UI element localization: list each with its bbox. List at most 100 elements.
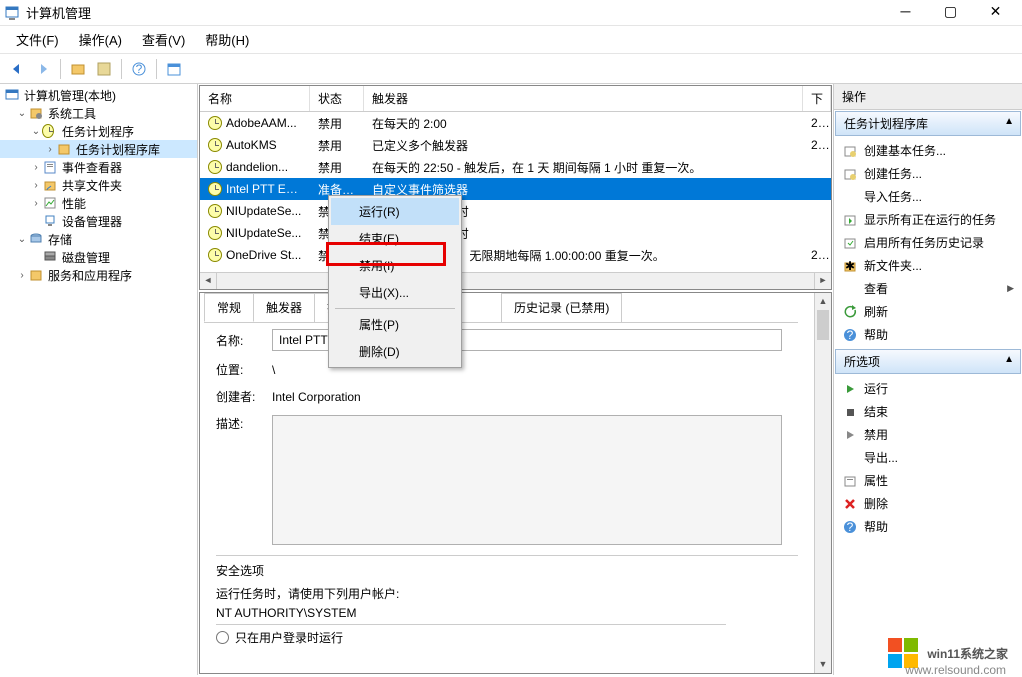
actions-section-selected[interactable]: 所选项▲	[835, 349, 1021, 374]
task-row[interactable]: AdobeAAM...禁用在每天的 2:0020	[200, 112, 831, 134]
context-run[interactable]: 运行(R)	[331, 198, 459, 225]
col-next[interactable]: 下	[803, 86, 831, 111]
expander-icon[interactable]: ›	[30, 162, 42, 173]
action-item[interactable]: 启用所有任务历史记录	[838, 231, 1018, 254]
scroll-left-icon[interactable]: ◄	[200, 273, 217, 289]
separator	[60, 59, 61, 79]
col-trigger[interactable]: 触发器	[364, 86, 803, 111]
action-item[interactable]: 运行	[838, 377, 1018, 400]
tree-shared-folders[interactable]: › 共享文件夹	[0, 176, 197, 194]
tree-task-scheduler-library[interactable]: ›任务计划程序库	[0, 140, 197, 158]
minimize-button[interactable]: ─	[883, 0, 928, 25]
titlebar: 计算机管理 ─ ▢ ✕	[0, 0, 1022, 26]
menu-help[interactable]: 帮助(H)	[195, 26, 259, 53]
expander-icon[interactable]: ⌄	[16, 234, 28, 245]
task-row[interactable]: AutoKMS禁用已定义多个触发器20	[200, 134, 831, 156]
context-disable[interactable]: 禁用(I)	[331, 252, 459, 279]
task-row[interactable]: NIUpdateSe...禁在每天的 14:00 时	[200, 222, 831, 244]
collapse-icon[interactable]: ▲	[1004, 354, 1014, 365]
tool-run[interactable]	[92, 57, 116, 81]
context-export[interactable]: 导出(X)...	[331, 279, 459, 306]
expander-icon[interactable]: ›	[44, 144, 56, 155]
tab-triggers[interactable]: 触发器	[253, 293, 315, 322]
menu-view[interactable]: 查看(V)	[132, 26, 195, 53]
menu-file[interactable]: 文件(F)	[6, 26, 69, 53]
clock-icon	[208, 204, 222, 218]
radio-logon-only[interactable]	[216, 631, 229, 644]
action-item[interactable]: 创建任务...	[838, 162, 1018, 185]
action-item[interactable]: 导出...	[838, 446, 1018, 469]
expander-icon[interactable]: ›	[30, 180, 42, 191]
tool-folder[interactable]	[66, 57, 90, 81]
tree-task-scheduler[interactable]: ⌄任务计划程序	[0, 122, 197, 140]
forward-button[interactable]	[31, 57, 55, 81]
tree-system-tools[interactable]: ⌄ 系统工具	[0, 104, 197, 122]
tab-history[interactable]: 历史记录 (已禁用)	[501, 293, 622, 322]
close-button[interactable]: ✕	[973, 0, 1018, 25]
tree-services-apps[interactable]: ›服务和应用程序	[0, 266, 197, 284]
context-properties[interactable]: 属性(P)	[331, 311, 459, 338]
tree-panel[interactable]: 计算机管理(本地) ⌄系统工具 ⌄任务计划程序 ›任务计划程序库 ›事件查看器 …	[0, 84, 198, 675]
scroll-right-icon[interactable]: ►	[814, 273, 831, 289]
task-row[interactable]: OneDrive St...禁4:00 时 - 触发后，无限期地每隔 1.00:…	[200, 244, 831, 266]
scroll-thumb[interactable]	[817, 310, 829, 340]
action-item[interactable]: 刷新	[838, 300, 1018, 323]
action-item[interactable]: 结束	[838, 400, 1018, 423]
context-delete[interactable]: 删除(D)	[331, 338, 459, 365]
expander-icon[interactable]: ›	[16, 270, 28, 281]
tree-label: 共享文件夹	[62, 177, 122, 194]
context-end[interactable]: 结束(E)	[331, 225, 459, 252]
tree-disk-management[interactable]: 磁盘管理	[0, 248, 197, 266]
actions-section-library[interactable]: 任务计划程序库▲	[835, 111, 1021, 136]
col-name[interactable]: 名称	[200, 86, 310, 111]
action-list-1: 创建基本任务...创建任务...导入任务...显示所有正在运行的任务启用所有任务…	[834, 137, 1022, 348]
tree-performance[interactable]: ›性能	[0, 194, 197, 212]
desc-textarea[interactable]	[272, 415, 782, 545]
action-icon	[842, 450, 858, 466]
main-area: 计算机管理(本地) ⌄系统工具 ⌄任务计划程序 ›任务计划程序库 ›事件查看器 …	[0, 84, 1022, 675]
h-scrollbar[interactable]: ◄ ►	[200, 272, 831, 289]
separator	[121, 59, 122, 79]
desc-label: 描述:	[216, 415, 272, 432]
tree-label: 系统工具	[48, 105, 96, 122]
tool-help[interactable]: ?	[127, 57, 151, 81]
toolbar: ?	[0, 54, 1022, 84]
separator	[335, 308, 455, 309]
action-item[interactable]: 属性	[838, 469, 1018, 492]
action-icon: ?	[842, 519, 858, 535]
action-item[interactable]: ?帮助	[838, 323, 1018, 346]
action-item[interactable]: ✱新文件夹...	[838, 254, 1018, 277]
actions-header: 操作	[834, 84, 1022, 110]
action-item[interactable]: 导入任务...	[838, 185, 1018, 208]
action-item[interactable]: 删除	[838, 492, 1018, 515]
expander-icon[interactable]: ⌄	[30, 126, 42, 137]
maximize-button[interactable]: ▢	[928, 0, 973, 25]
tree-storage[interactable]: ⌄存储	[0, 230, 197, 248]
action-item[interactable]: 禁用	[838, 423, 1018, 446]
clock-icon	[208, 182, 222, 196]
task-row[interactable]: Intel PTT EK ...准备就绪自定义事件筛选器	[200, 178, 831, 200]
action-icon	[842, 473, 858, 489]
col-status[interactable]: 状态	[310, 86, 364, 111]
action-item[interactable]: ?帮助	[838, 515, 1018, 538]
collapse-icon[interactable]: ▲	[1004, 116, 1014, 127]
action-item[interactable]: 显示所有正在运行的任务	[838, 208, 1018, 231]
scroll-up-icon[interactable]: ▲	[815, 293, 831, 310]
back-button[interactable]	[5, 57, 29, 81]
v-scrollbar[interactable]: ▲ ▼	[814, 293, 831, 673]
tool-calendar[interactable]	[162, 57, 186, 81]
expander-icon[interactable]: ›	[30, 198, 42, 209]
clock-icon	[208, 116, 222, 130]
task-row[interactable]: NIUpdateSe...禁在每天的 18:46 时	[200, 200, 831, 222]
tree-event-viewer[interactable]: ›事件查看器	[0, 158, 197, 176]
tab-general[interactable]: 常规	[204, 293, 254, 322]
tree-device-manager[interactable]: 设备管理器	[0, 212, 197, 230]
action-item[interactable]: 查看▶	[838, 277, 1018, 300]
scroll-down-icon[interactable]: ▼	[815, 656, 831, 673]
action-item[interactable]: 创建基本任务...	[838, 139, 1018, 162]
expander-icon[interactable]: ⌄	[16, 108, 28, 119]
menu-action[interactable]: 操作(A)	[69, 26, 132, 53]
task-row[interactable]: dandelion...禁用在每天的 22:50 - 触发后，在 1 天 期间每…	[200, 156, 831, 178]
action-icon: ?	[842, 327, 858, 343]
tree-root[interactable]: 计算机管理(本地)	[0, 86, 197, 104]
